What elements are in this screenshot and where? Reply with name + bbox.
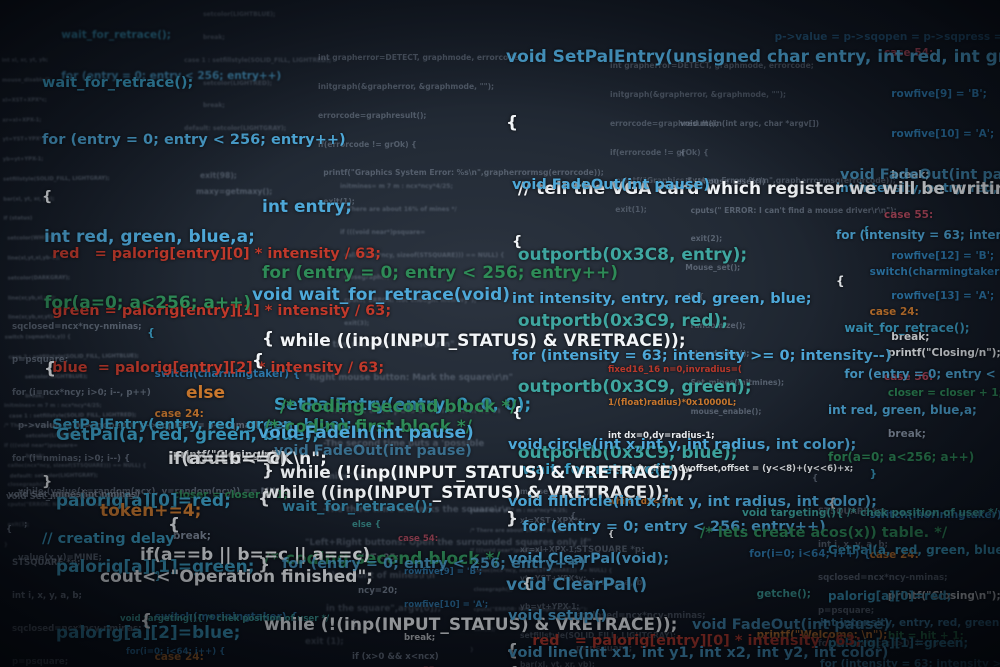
code-text: { [512, 234, 523, 250]
code-text: void FadeOut(int pause) [512, 177, 710, 193]
code-text: void line(int x1, int y1, int x2, int y2… [508, 645, 889, 661]
fg-lets-create-comment: /* lets create acos(x)) table. */ [700, 486, 947, 581]
code-text: void circle(int x,int y, int radius, int… [508, 437, 857, 453]
fg-setmode-line-block: void line(int x1, int y1, int x2, int y2… [508, 606, 888, 667]
code-wallpaper: int xl, xr, yt, yb; mouse_disable(); xl=… [0, 0, 1000, 667]
code-text: void FadeOut(int pause) [840, 167, 1000, 183]
code-text: void FadeOut(int pause) [274, 443, 472, 459]
code-text: void SetPalEntry(unsigned char entry, in… [506, 47, 1000, 67]
code-text: for (entry = 0; entry < 256; entry++) [42, 132, 346, 148]
code-text: else [186, 383, 226, 403]
fg-fadeout-ghost-topright: void FadeOut(int pause) [840, 128, 1000, 223]
code-text: /* lets create acos(x)) table. */ [700, 525, 948, 541]
code-text: wait_for_retrace(); [282, 499, 434, 515]
code-text: while ((inp(INPUT_STATUS) & VRETRACE)); [268, 331, 686, 351]
fg-setmines-ghost: void Set_mines(int nminas) [8, 468, 140, 523]
fg-wait-ghost-bottom: wait_for_retrace(); for (entry = 0; entr… [282, 460, 586, 612]
code-text: for (entry = 0; entry < 256; entry++) [282, 556, 586, 572]
code-text: wait_for_retrace(); [42, 75, 194, 91]
code-text: void Set_mines(int nminas) [8, 490, 141, 500]
code-text: { [140, 611, 153, 631]
